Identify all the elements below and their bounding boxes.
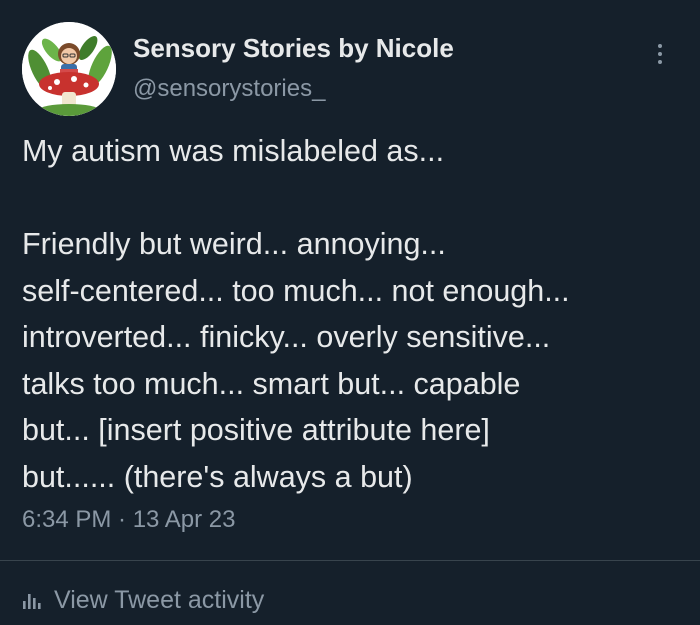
bar-chart-icon — [23, 594, 41, 609]
tweet-line: Friendly but weird... annoying... — [22, 227, 446, 261]
tweet-text: My autism was mislabeled as... Friendly … — [22, 128, 682, 500]
tweet-line: talks too much... smart but... capable — [22, 366, 521, 401]
tweet-line: My autism was mislabeled as... — [22, 134, 445, 168]
more-vertical-icon[interactable] — [645, 36, 675, 72]
divider — [0, 560, 700, 561]
tweet-timestamp[interactable]: 6:34 PM · 13 Apr 23 — [22, 506, 235, 534]
view-activity-link[interactable]: View Tweet activity — [22, 584, 264, 616]
tweet-line: but... [insert positive attribute here] — [22, 413, 490, 447]
tweet-card: Sensory Stories by Nicole @sensorystorie… — [0, 0, 700, 625]
display-name[interactable]: Sensory Stories by Nicole — [133, 33, 454, 64]
avatar[interactable] — [22, 22, 116, 116]
tweet-line: but...... (there's always a but) — [22, 459, 413, 494]
tweet-line: introverted... finicky... overly sensiti… — [22, 320, 551, 354]
avatar-illustration-icon — [22, 22, 116, 116]
view-activity-label: View Tweet activity — [54, 585, 265, 614]
tweet-line: self-centered... too much... not enough.… — [22, 273, 570, 308]
user-handle[interactable]: @sensorystories_ — [133, 75, 325, 103]
